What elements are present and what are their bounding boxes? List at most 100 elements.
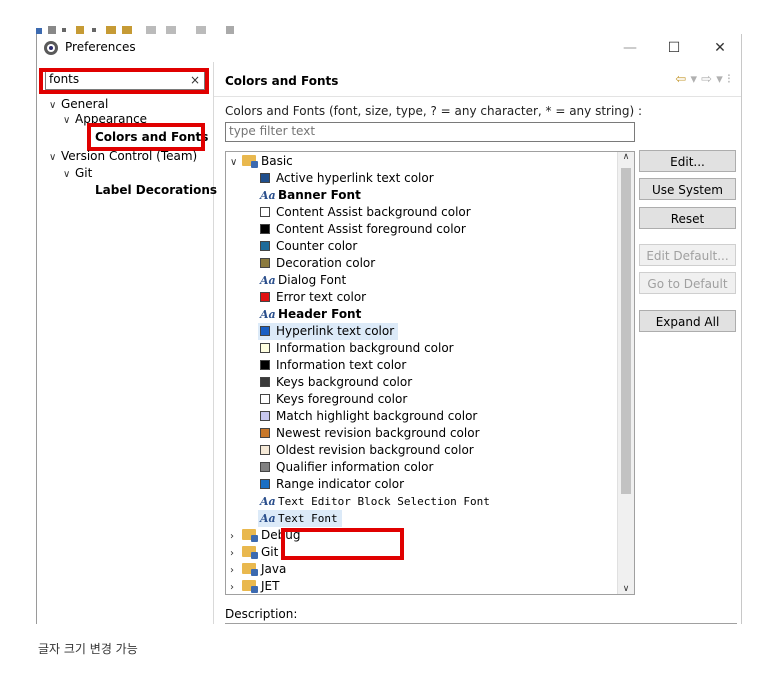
tree-row-item[interactable]: Hyperlink text color (258, 323, 399, 340)
preferences-dialog: Preferences — ☐ ✕ × ∨General ∨Appearance… (36, 34, 742, 624)
close-button[interactable]: ✕ (705, 38, 735, 58)
tree-row-item[interactable]: Aa Text Font (258, 510, 342, 527)
font-icon: Aa (260, 308, 276, 321)
preference-tree-pane: × ∨General ∨Appearance Colors and Fonts … (37, 62, 217, 624)
tree-row-item[interactable]: Information background color (260, 340, 454, 357)
tree-row-item[interactable]: Keys foreground color (260, 391, 407, 408)
scroll-up-icon[interactable]: ∧ (618, 152, 634, 162)
tree-item-label: Appearance (75, 112, 148, 126)
tree-item-label: General (61, 97, 109, 111)
edit-default-button[interactable]: Edit Default... (639, 244, 736, 266)
tree-row-item[interactable]: Keys background color (260, 374, 412, 391)
colors-and-fonts-page: Colors and Fonts ⇦ ▾ ⇨ ▾ ⁝ Colors and Fo… (214, 62, 741, 624)
tree-category-collapsed[interactable]: › Debug (230, 527, 300, 544)
tree-item-label-decorations[interactable]: Label Decorations (95, 182, 217, 198)
tree-item-label: Git (75, 166, 93, 180)
tree-item-label: Range indicator color (276, 477, 405, 491)
back-menu-icon[interactable]: ▾ (690, 72, 697, 87)
vertical-scrollbar[interactable]: ∧ ∨ (617, 152, 634, 594)
reset-button[interactable]: Reset (639, 207, 736, 229)
color-swatch-icon (260, 411, 270, 421)
tree-category-basic[interactable]: ∨ Basic (230, 153, 293, 170)
go-to-default-button[interactable]: Go to Default (639, 272, 736, 294)
tree-row-item[interactable]: Match highlight background color (260, 408, 477, 425)
minimize-button[interactable]: — (615, 38, 645, 58)
tree-item-label: Oldest revision background color (276, 443, 474, 457)
tree-row-item[interactable]: Content Assist background color (260, 204, 471, 221)
tree-item-version-control[interactable]: ∨ Version Control (Team) (49, 148, 197, 164)
forward-arrow-icon[interactable]: ⇨ (701, 72, 712, 87)
type-filter-field[interactable] (225, 122, 635, 142)
caption-text: 글자 크기 변경 가능 (38, 642, 138, 656)
tree-category-collapsed[interactable]: › JET (230, 578, 279, 594)
tree-item-general[interactable]: ∨ General (49, 96, 108, 112)
tree-row-item[interactable]: Content Assist foreground color (260, 221, 466, 238)
folder-icon (242, 563, 258, 576)
page-nav-toolbar: ⇦ ▾ ⇨ ▾ ⁝ (675, 72, 731, 87)
tree-item-git[interactable]: ∨ Git (63, 165, 92, 181)
tree-item-label: Information background color (276, 341, 454, 355)
filter-input[interactable] (46, 71, 179, 87)
chevron-down-icon[interactable]: ∨ (63, 167, 75, 183)
tree-row-item[interactable]: Oldest revision background color (260, 442, 474, 459)
tree-row-item[interactable]: Error text color (260, 289, 366, 306)
tree-row-item[interactable]: Information text color (260, 357, 406, 374)
tree-row-item[interactable]: Newest revision background color (260, 425, 480, 442)
tree-row-item[interactable]: Qualifier information color (260, 459, 433, 476)
maximize-button[interactable]: ☐ (659, 38, 689, 58)
tree-item-label: Active hyperlink text color (276, 171, 434, 185)
chevron-down-icon[interactable]: ∨ (230, 154, 242, 171)
chevron-right-icon[interactable]: › (230, 545, 242, 562)
color-swatch-icon (260, 394, 270, 404)
tree-item-label: Match highlight background color (276, 409, 478, 423)
tree-row-item[interactable]: Decoration color (260, 255, 375, 272)
chevron-down-icon[interactable]: ∨ (49, 150, 61, 166)
type-filter-input[interactable] (226, 123, 624, 139)
forward-menu-icon[interactable]: ▾ (716, 72, 723, 87)
color-swatch-icon (260, 445, 270, 455)
chevron-right-icon[interactable]: › (230, 579, 242, 594)
view-menu-icon[interactable]: ⁝ (727, 72, 731, 87)
scrollbar-thumb[interactable] (621, 168, 631, 494)
color-swatch-icon (260, 258, 270, 268)
clear-filter-icon[interactable]: × (190, 71, 200, 89)
tree-row-item[interactable]: Aa Banner Font (260, 187, 361, 204)
tree-row-item[interactable]: Aa Dialog Font (260, 272, 346, 289)
chevron-down-icon[interactable]: ∨ (49, 98, 61, 114)
tree-item-label: Error text color (276, 290, 367, 304)
color-swatch-icon (260, 479, 270, 489)
tree-item-label: Hyperlink text color (276, 324, 395, 338)
tree-item-label: Newest revision background color (276, 426, 480, 440)
color-swatch-icon (260, 343, 270, 353)
chevron-down-icon[interactable]: ∨ (63, 113, 75, 129)
tree-category-collapsed[interactable]: › Git (230, 544, 278, 561)
chevron-right-icon[interactable]: › (230, 562, 242, 579)
folder-icon (242, 155, 258, 168)
font-icon: Aa (260, 189, 276, 202)
scroll-down-icon[interactable]: ∨ (618, 584, 634, 594)
color-swatch-icon (260, 326, 270, 336)
tree-item-label: Qualifier information color (276, 460, 434, 474)
tree-category-label: Java (261, 562, 287, 576)
back-arrow-icon[interactable]: ⇦ (675, 72, 686, 87)
expand-all-button[interactable]: Expand All (639, 310, 736, 332)
tree-row-item[interactable]: Counter color (260, 238, 357, 255)
title-separator (214, 96, 741, 97)
tree-item-colors-and-fonts[interactable]: Colors and Fonts (95, 129, 208, 145)
font-icon: Aa (260, 512, 276, 525)
use-system-font-button[interactable]: Use System Font (639, 178, 736, 219)
tree-category-collapsed[interactable]: › Java (230, 561, 286, 578)
tree-item-label: Version Control (Team) (61, 149, 198, 163)
tree-item-appearance[interactable]: ∨ Appearance (63, 111, 147, 127)
tree-row-item[interactable]: Aa Text Editor Block Selection Font (260, 493, 490, 510)
color-swatch-icon (260, 428, 270, 438)
chevron-right-icon[interactable]: › (230, 528, 242, 545)
tree-item-label: Keys foreground color (276, 392, 408, 406)
tree-row-item[interactable]: Active hyperlink text color (260, 170, 434, 187)
tree-row-item[interactable]: Aa Header Font (260, 306, 361, 323)
color-swatch-icon (260, 173, 270, 183)
tree-row-item[interactable]: Range indicator color (260, 476, 404, 493)
colors-fonts-tree[interactable]: ∨ Basic Active hyperlink text color Aa Banne… (225, 151, 635, 595)
preference-filter-field[interactable]: × (45, 70, 205, 90)
edit-button[interactable]: Edit... (639, 150, 736, 172)
